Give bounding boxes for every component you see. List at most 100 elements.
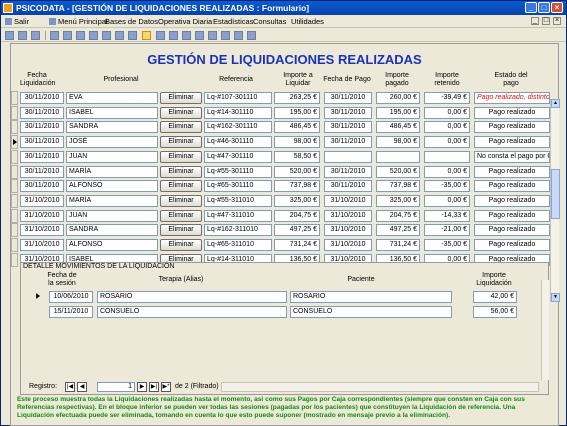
importe-retenido-field[interactable]: -21,00 € <box>424 224 470 237</box>
record-selector[interactable] <box>11 252 18 267</box>
importe-retenido-field[interactable]: 0,00 € <box>424 106 470 119</box>
profesional-field[interactable]: JUAN <box>66 209 158 222</box>
importe-pagado-field[interactable]: 731,24 € <box>376 239 420 251</box>
minimize-button[interactable]: _ <box>525 2 537 13</box>
menu-item-operativa-diaria[interactable]: Operativa Diaria <box>158 17 212 26</box>
fecha-pago-field[interactable]: 30/11/2010 <box>324 136 372 149</box>
fecha-liquidacion-field[interactable]: 31/10/2010 <box>20 224 64 237</box>
next-record-button[interactable]: ▶ <box>137 382 147 392</box>
fecha-pago-field[interactable]: 30/11/2010 <box>324 106 372 119</box>
record-selector[interactable] <box>11 179 18 194</box>
estado-pago-field[interactable]: Pago realizado <box>474 136 550 149</box>
importe-retenido-field[interactable]: -14,33 € <box>424 209 470 222</box>
find-icon[interactable] <box>156 31 165 40</box>
fecha-liquidacion-field[interactable]: 30/11/2010 <box>20 150 64 163</box>
menu-restore-button[interactable]: □ <box>542 17 550 25</box>
menu-item-consultas[interactable]: Consultas <box>253 17 286 26</box>
profesional-field[interactable]: JOSÉ <box>66 136 158 149</box>
profesional-field[interactable]: ISABEL <box>66 106 158 119</box>
eliminar-button[interactable]: Eliminar <box>160 209 202 222</box>
importe-pagado-field[interactable]: 195,00 € <box>376 106 420 119</box>
estado-pago-field[interactable]: Pago realizado <box>474 239 550 251</box>
help-icon[interactable] <box>234 31 243 40</box>
fecha-liquidacion-field[interactable]: 30/11/2010 <box>20 180 64 193</box>
importe-pagado-field[interactable]: 737,98 € <box>376 180 420 193</box>
previous-record-button[interactable]: ◀ <box>77 382 87 392</box>
filter-selection-icon[interactable] <box>115 31 124 40</box>
profesional-field[interactable]: MARÍA <box>66 165 158 178</box>
profesional-field[interactable]: ALFONSO <box>66 239 158 251</box>
importe-liquidar-field[interactable]: 497,25 € <box>274 224 320 237</box>
liquidacion-row[interactable]: 31/10/2010 ALFONSO Eliminar Lq-#65-311010 73… <box>11 238 551 253</box>
fecha-pago-field[interactable]: 30/11/2010 <box>324 165 372 178</box>
last-record-button[interactable]: ▶| <box>149 382 159 392</box>
referencia-field[interactable]: Lq-#14-301110 <box>204 106 272 119</box>
fecha-liquidacion-field[interactable]: 30/11/2010 <box>20 106 64 119</box>
scroll-down-button[interactable]: ▼ <box>551 293 560 302</box>
terapia-field[interactable]: ROSARIO <box>97 291 287 303</box>
estado-pago-field[interactable]: Pago realizado <box>474 121 550 134</box>
estado-pago-field[interactable]: Pago realizado <box>474 180 550 193</box>
liquidacion-row[interactable]: 30/11/2010 ISABEL Eliminar Lq-#14-301110 195… <box>11 105 551 121</box>
profesional-field[interactable]: SANDRA <box>66 224 158 237</box>
importe-retenido-field[interactable]: 0,00 € <box>424 136 470 149</box>
importe-pagado-field[interactable]: 486,45 € <box>376 121 420 134</box>
profesional-field[interactable]: MARÍA <box>66 194 158 207</box>
importe-pagado-field[interactable]: 497,25 € <box>376 224 420 237</box>
record-selector[interactable] <box>11 238 18 252</box>
current-record-field[interactable]: 1 <box>97 382 135 392</box>
importe-pagado-field[interactable]: 98,00 € <box>376 136 420 149</box>
referencia-field[interactable]: Lq-#107-301110 <box>204 92 272 104</box>
liquidacion-row[interactable]: 30/11/2010 ALFONSO Eliminar Lq-#65-301110 73… <box>11 179 551 194</box>
liquidacion-row[interactable]: 31/10/2010 MARÍA Eliminar Lq-#55-311010 325,… <box>11 193 551 209</box>
importe-liquidar-field[interactable]: 731,24 € <box>274 239 320 251</box>
liquidacion-row[interactable]: 31/10/2010 JUAN Eliminar Lq-#47-311010 204,7… <box>11 208 551 224</box>
profesional-field[interactable]: EVA <box>66 92 158 104</box>
referencia-field[interactable]: Lq-#162-301110 <box>204 121 272 134</box>
detail-vertical-scrollbar[interactable] <box>541 280 549 380</box>
importe-pagado-field[interactable]: 520,00 € <box>376 165 420 178</box>
estado-pago-field[interactable]: Pago realizado <box>474 106 550 119</box>
delete-record-icon[interactable] <box>182 31 191 40</box>
referencia-field[interactable]: Lq-#162-311010 <box>204 224 272 237</box>
fecha-liquidacion-field[interactable]: 31/10/2010 <box>20 194 64 207</box>
eliminar-button[interactable]: Eliminar <box>160 150 202 163</box>
menu-item-estadisticas[interactable]: Estadísticas <box>213 17 253 26</box>
menu-close-button[interactable]: × <box>553 17 561 25</box>
record-selector[interactable] <box>11 135 18 150</box>
liquidacion-row[interactable]: 30/11/2010 SANDRA Eliminar Lq-#162-301110 48… <box>11 120 551 135</box>
importe-liquidacion-field[interactable]: 42,00 € <box>473 291 517 303</box>
record-selector[interactable] <box>11 208 18 223</box>
profesional-field[interactable]: JUAN <box>66 150 158 163</box>
eliminar-button[interactable]: Eliminar <box>160 121 202 134</box>
importe-liquidar-field[interactable]: 195,00 € <box>274 106 320 119</box>
referencia-field[interactable]: Lq-#55-311010 <box>204 194 272 207</box>
importe-liquidar-field[interactable]: 325,00 € <box>274 194 320 207</box>
detail-row[interactable]: 10/06/2010 ROSARIO ROSARIO 42,00 € <box>25 290 525 304</box>
record-selector[interactable] <box>11 105 18 120</box>
importe-liquidar-field[interactable]: 204,75 € <box>274 209 320 222</box>
detail-record-selector[interactable] <box>35 290 42 303</box>
filter-form-icon[interactable] <box>128 31 137 40</box>
cut-icon[interactable] <box>76 31 85 40</box>
importe-liquidar-field[interactable]: 737,98 € <box>274 180 320 193</box>
importe-pagado-field[interactable] <box>376 150 420 163</box>
liquidacion-row[interactable]: 30/11/2010 EVA Eliminar Lq-#107-301110 263,2… <box>11 91 551 106</box>
importe-liquidar-field[interactable]: 263,25 € <box>274 92 320 104</box>
importe-liquidar-field[interactable]: 486,45 € <box>274 121 320 134</box>
eliminar-button[interactable]: Eliminar <box>160 106 202 119</box>
liquidacion-row[interactable]: 30/11/2010 JOSÉ Eliminar Lq-#46-301110 98,00… <box>11 135 551 150</box>
fecha-pago-field[interactable]: 31/10/2010 <box>324 224 372 237</box>
record-selector[interactable] <box>11 223 18 238</box>
importe-retenido-field[interactable]: -35,00 € <box>424 239 470 251</box>
eliminar-button[interactable]: Eliminar <box>160 136 202 149</box>
fecha-sesion-field[interactable]: 15/11/2010 <box>49 306 93 318</box>
paciente-field[interactable]: ROSARIO <box>290 291 452 303</box>
fecha-pago-field[interactable] <box>324 150 372 163</box>
profesional-field[interactable]: SANDRA <box>66 121 158 134</box>
terapia-field[interactable]: CONSUELO <box>97 306 287 318</box>
fecha-liquidacion-field[interactable]: 31/10/2010 <box>20 209 64 222</box>
design-view-icon[interactable] <box>5 31 14 40</box>
importe-retenido-field[interactable]: -39,49 € <box>424 92 470 104</box>
liquidacion-row[interactable]: 30/11/2010 MARÍA Eliminar Lq-#55-301110 520,… <box>11 164 551 180</box>
